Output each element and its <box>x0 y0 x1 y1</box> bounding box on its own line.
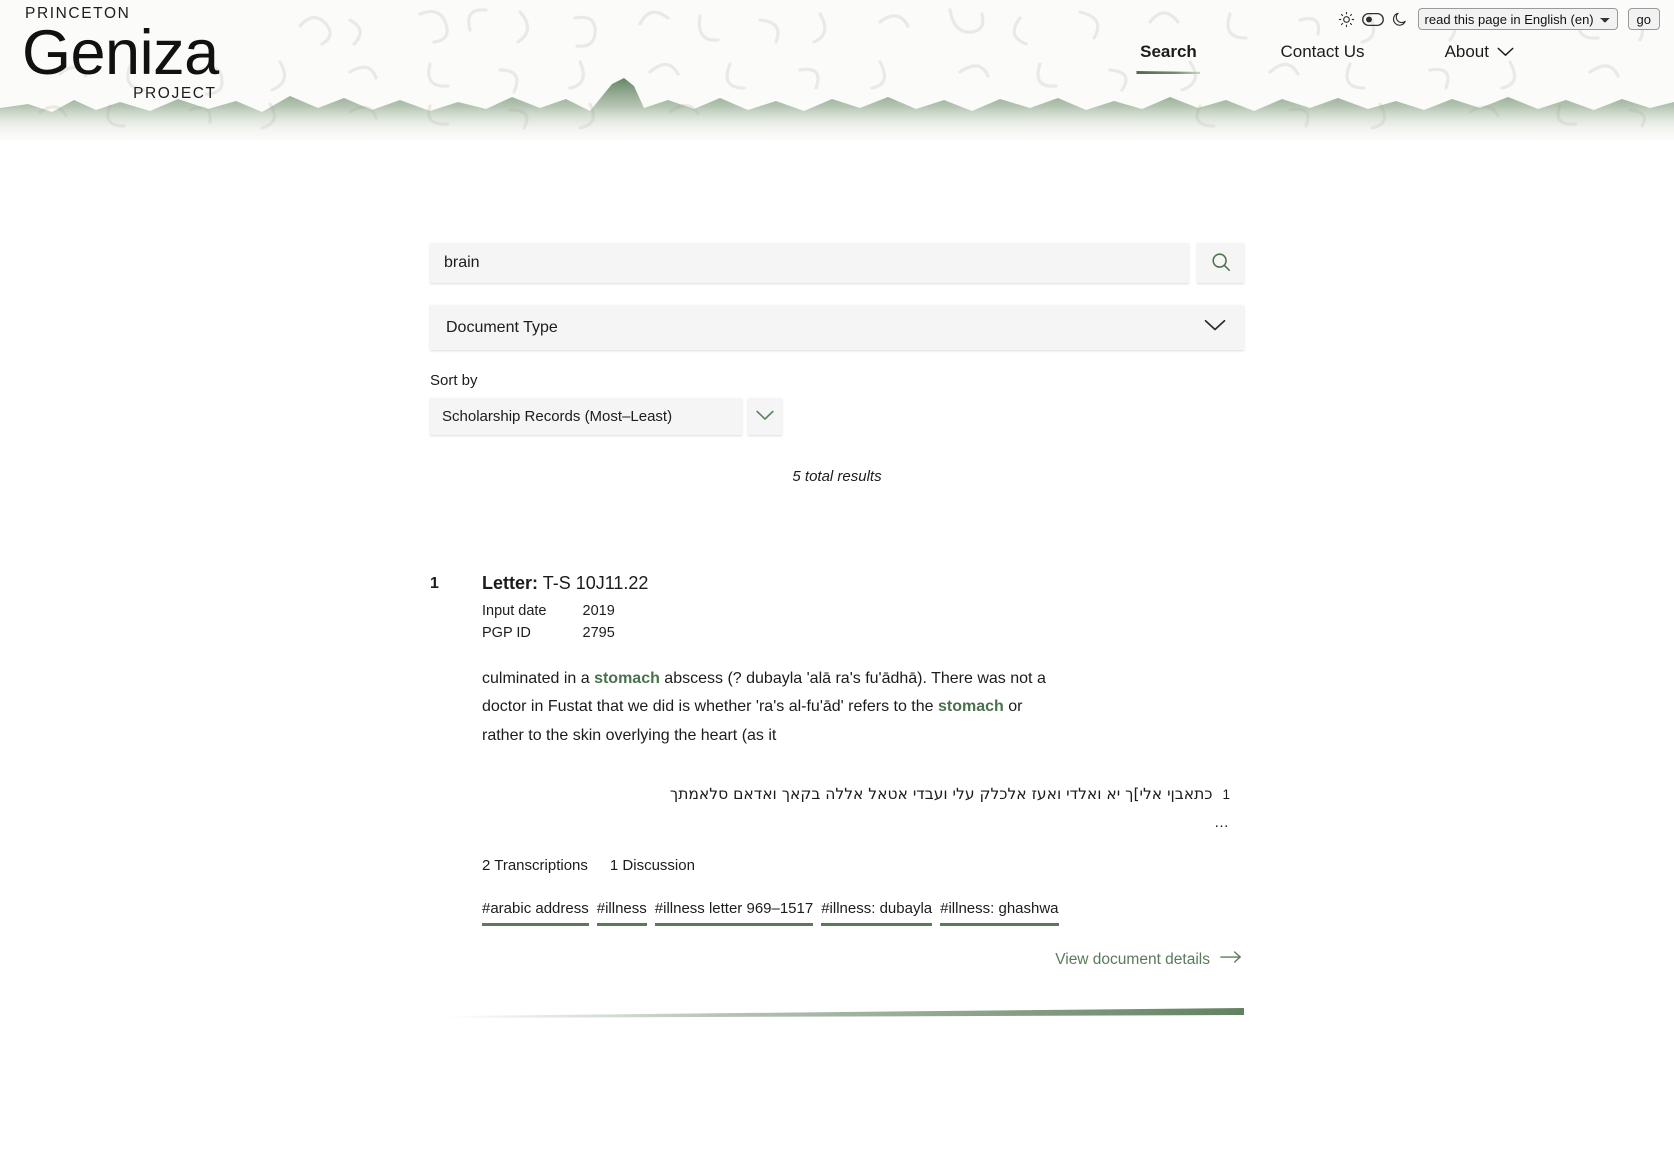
nav-label-about: About <box>1444 42 1489 61</box>
transcription-ellipsis: … <box>1214 814 1230 832</box>
transcription-line: 1 כתאבןי אלי]ך יא ואלדי ואעז אלכלק עלי וע… <box>482 784 1230 806</box>
chevron-down-icon <box>1497 42 1514 62</box>
result-details-row: View document details <box>482 950 1244 969</box>
metadata-row: Input date 2019 <box>482 603 615 625</box>
snippet-text-part: culminated in a <box>482 670 595 687</box>
arrow-right-icon <box>1220 950 1242 969</box>
sort-by-label: Sort by <box>430 372 478 389</box>
result-doctype: Letter: <box>482 573 539 593</box>
metadata-row: PGP ID 2795 <box>482 625 615 647</box>
result-title[interactable]: Letter: T-S 10J11.22 <box>482 573 1244 594</box>
view-document-details-label: View document details <box>1055 950 1210 968</box>
result-snippet: culminated in a stomach abscess (? dubay… <box>482 665 1067 750</box>
tag-arabic-address[interactable]: #arabic address <box>482 900 589 927</box>
result-index: 1 <box>430 575 439 592</box>
sort-by-value: Scholarship Records (Most–Least) <box>442 408 673 425</box>
view-document-details-link[interactable]: View document details <box>1055 950 1242 969</box>
nav-label-search: Search <box>1140 42 1197 61</box>
document-type-label: Document Type <box>446 318 558 336</box>
theme-switch-icon[interactable] <box>1361 12 1384 27</box>
snippet-highlight: stomach <box>594 670 660 687</box>
discussions-count[interactable]: 1 Discussion <box>610 857 695 874</box>
translate-go-button[interactable]: go <box>1627 8 1660 30</box>
nav-item-about[interactable]: About <box>1405 42 1554 62</box>
result-body: Letter: T-S 10J11.22 Input date 2019 PGP… <box>482 573 1244 969</box>
moon-icon[interactable] <box>1391 11 1408 28</box>
nav-item-search[interactable]: Search <box>1096 42 1240 74</box>
metadata-label-pgp-id: PGP ID <box>482 625 531 641</box>
theme-toggle[interactable] <box>1338 11 1408 28</box>
result-metadata: Input date 2019 PGP ID 2795 <box>482 603 615 647</box>
snippet-highlight: stomach <box>938 698 1004 716</box>
tag-illness-letter[interactable]: #illness letter 969–1517 <box>654 900 814 927</box>
transcriptions-count[interactable]: 2 Transcriptions <box>482 857 588 874</box>
main-navigation: Search Contact Us About <box>1096 42 1554 74</box>
search-submit-button[interactable] <box>1197 243 1244 283</box>
tag-illness[interactable]: #illness <box>596 900 647 927</box>
nav-active-underline <box>1136 71 1201 74</box>
document-type-filter[interactable]: Document Type <box>430 305 1244 350</box>
sun-icon[interactable] <box>1338 11 1355 28</box>
sort-by-control: Scholarship Records (Most–Least) <box>430 398 1244 435</box>
search-result-item: 1 Letter: T-S 10J11.22 Input date 2019 P… <box>430 573 1244 969</box>
search-input[interactable] <box>430 243 1189 283</box>
search-icon <box>1210 251 1232 276</box>
site-header: PRINCETON Geniza PROJECT read this page … <box>0 0 1674 140</box>
search-form: Document Type Sort by Scholarship Record… <box>430 243 1244 485</box>
metadata-label-input-date: Input date <box>482 603 547 619</box>
sort-by-select[interactable]: Scholarship Records (Most–Least) <box>430 398 742 435</box>
search-query-row <box>430 243 1244 283</box>
torn-paper-edge <box>0 78 1674 140</box>
metadata-value-input-date: 2019 <box>582 603 615 619</box>
tag-illness-dubayla[interactable]: #illness: dubayla <box>821 900 933 927</box>
logo-geniza: Geniza <box>22 17 219 88</box>
transcription-line-number: 1 <box>1222 787 1230 803</box>
result-tags: #arabic address #illness #illness letter… <box>482 900 1244 927</box>
tag-illness-ghashwa[interactable]: #illness: ghashwa <box>940 900 1059 927</box>
result-transcription: 1 כתאבןי אלי]ך יא ואלדי ואעז אלכלק עלי וע… <box>482 784 1244 831</box>
language-select[interactable]: read this page in English (en) <box>1417 8 1618 30</box>
main-content: Document Type Sort by Scholarship Record… <box>0 243 1674 1019</box>
nav-item-contact-us[interactable]: Contact Us <box>1240 42 1404 62</box>
logo-project: PROJECT <box>133 85 217 103</box>
result-shelfmark: T-S 10J11.22 <box>542 573 649 593</box>
site-logo[interactable]: PRINCETON Geniza PROJECT <box>22 6 219 102</box>
total-results-count: 5 total results <box>792 468 882 485</box>
result-divider <box>430 1007 1244 1019</box>
chevron-down-icon <box>756 408 774 426</box>
sort-by-caret-button[interactable] <box>748 398 782 435</box>
utility-bar: read this page in English (en) go <box>1338 8 1660 30</box>
chevron-down-icon <box>1204 319 1226 337</box>
metadata-value-pgp-id: 2795 <box>582 625 615 641</box>
transcription-text: כתאבןי אלי]ך יא ואלדי ואעז אלכלק עלי ועב… <box>669 785 1213 804</box>
result-counts: 2 Transcriptions 1 Discussion <box>482 857 1244 874</box>
nav-label-contact-us: Contact Us <box>1280 42 1365 61</box>
search-results-list: 1 Letter: T-S 10J11.22 Input date 2019 P… <box>430 573 1244 1019</box>
